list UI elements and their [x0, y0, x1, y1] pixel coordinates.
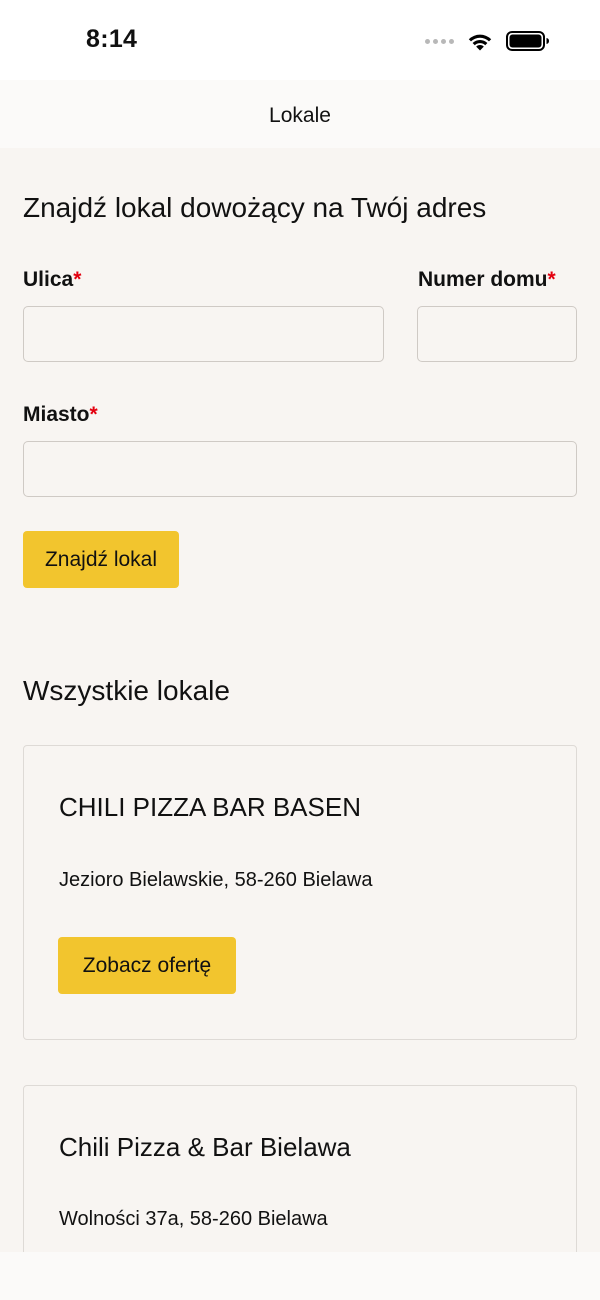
- find-restaurant-button[interactable]: Znajdź lokal: [23, 531, 179, 588]
- signal-dots-icon: [425, 38, 454, 44]
- house-number-input[interactable]: [417, 306, 577, 362]
- restaurant-name: CHILI PIZZA BAR BASEN: [59, 792, 361, 822]
- restaurant-card: CHILI PIZZA BAR BASEN Jezioro Bielawskie…: [23, 745, 577, 1040]
- street-label-text: Ulica: [23, 268, 74, 291]
- status-time: 8:14: [86, 25, 138, 53]
- status-bar: 8:14: [0, 0, 600, 80]
- city-input[interactable]: [23, 441, 577, 497]
- house-number-label: Numer domu*: [418, 268, 556, 292]
- house-number-label-text: Numer domu: [418, 268, 548, 291]
- required-mark: *: [547, 268, 556, 291]
- restaurant-name: Chili Pizza & Bar Bielawa: [59, 1132, 351, 1162]
- restaurant-address: Wolności 37a, 58-260 Bielawa: [59, 1208, 328, 1230]
- page-title: Lokale: [269, 104, 331, 127]
- street-input[interactable]: [23, 306, 384, 362]
- street-label: Ulica*: [23, 268, 81, 292]
- city-label-text: Miasto: [23, 403, 90, 426]
- view-offer-button[interactable]: Zobacz ofertę: [58, 937, 236, 994]
- required-mark: *: [73, 268, 82, 291]
- status-icons: [425, 28, 550, 54]
- restaurant-address: Jezioro Bielawskie, 58-260 Bielawa: [59, 869, 373, 891]
- navigation-bar: Lokale: [0, 80, 600, 148]
- restaurant-card: Chili Pizza & Bar Bielawa Wolności 37a, …: [23, 1085, 577, 1252]
- battery-icon: [506, 31, 549, 51]
- main-content: Znajdź lokal dowożący na Twój adres Ulic…: [0, 148, 600, 1252]
- wifi-icon: [468, 34, 492, 51]
- city-label: Miasto*: [23, 403, 98, 427]
- search-heading: Znajdź lokal dowożący na Twój adres: [23, 192, 487, 223]
- bottom-bar: [0, 1252, 600, 1300]
- required-mark: *: [89, 403, 98, 426]
- all-restaurants-heading: Wszystkie lokale: [23, 675, 230, 706]
